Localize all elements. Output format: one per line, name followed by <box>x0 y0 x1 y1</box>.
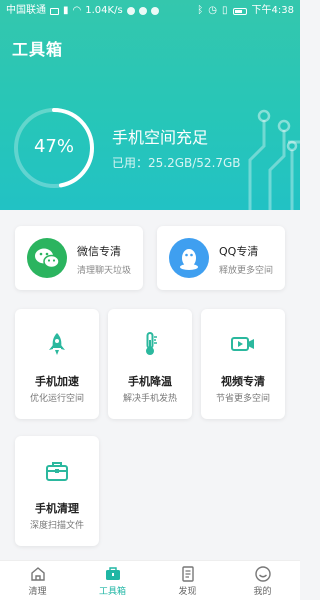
document-icon <box>181 566 194 582</box>
tool-card-clean[interactable]: 手机清理 深度扫描文件 <box>15 436 99 546</box>
tab-toolbox[interactable]: 工具箱 <box>75 561 150 600</box>
carrier-label: 中国联通 <box>6 5 46 16</box>
storage-usage: 已用：25.2GB/52.7GB <box>112 156 241 170</box>
storage-status: 手机空间充足 <box>112 128 209 147</box>
tool-card-qq[interactable]: QQ专清 释放更多空间 <box>157 226 285 290</box>
bluetooth-icon: ᛒ <box>197 5 204 16</box>
tool-title: 手机降温 <box>128 375 172 388</box>
thermometer-icon <box>146 332 157 355</box>
tool-title: 微信专清 <box>77 245 121 258</box>
tool-card-cooldown[interactable]: 手机降温 解决手机发热 <box>108 309 192 419</box>
qq-icon <box>169 238 209 278</box>
bottom-tab-bar: 清理 工具箱 发现 我的 <box>0 560 300 600</box>
signal-icon: ▮ <box>63 5 69 16</box>
tool-subtitle: 深度扫描文件 <box>29 521 84 531</box>
tool-subtitle: 解决手机发热 <box>122 394 177 404</box>
status-right: ᛒ ◷ ▯ 下午4:38 <box>197 0 294 22</box>
tool-title: QQ专清 <box>219 245 259 258</box>
tool-title: 手机清理 <box>35 502 79 515</box>
tab-label: 发现 <box>178 587 197 597</box>
tab-profile[interactable]: 我的 <box>225 561 300 600</box>
wechat-icon <box>27 238 67 278</box>
tool-title: 手机加速 <box>35 375 79 388</box>
tab-label: 工具箱 <box>98 587 126 597</box>
tool-subtitle: 清理聊天垃圾 <box>77 266 132 276</box>
profile-icon <box>254 566 271 582</box>
tool-subtitle: 释放更多空间 <box>219 266 274 276</box>
network-speed: 1.04K/s <box>85 5 123 16</box>
status-left: 中国联通 ▮ ◠ 1.04K/s <box>6 0 159 22</box>
toolbox-icon <box>105 567 120 580</box>
tab-label: 我的 <box>253 587 272 597</box>
rocket-icon <box>49 333 65 355</box>
tool-card-wechat[interactable]: 微信专清 清理聊天垃圾 <box>15 226 143 290</box>
battery-icon <box>232 7 247 15</box>
notification-icon <box>126 7 135 15</box>
chat-icon <box>138 7 147 15</box>
status-bar: 中国联通 ▮ ◠ 1.04K/s ᛒ ◷ ▯ 下午4:38 <box>0 0 300 22</box>
tool-card-accelerate[interactable]: 手机加速 优化运行空间 <box>15 309 99 419</box>
clock-time: 下午4:38 <box>251 5 294 16</box>
app-icon <box>150 7 159 15</box>
circuit-decoration <box>248 109 300 210</box>
video-icon <box>231 337 254 351</box>
storage-percent: 47% <box>33 136 74 157</box>
wifi-icon: ◠ <box>72 5 82 16</box>
tab-clean[interactable]: 清理 <box>0 561 75 600</box>
tab-label: 清理 <box>28 587 47 597</box>
tool-subtitle: 优化运行空间 <box>29 394 84 404</box>
hero-header: 中国联通 ▮ ◠ 1.04K/s ᛒ ◷ ▯ 下午4:38 工具箱 47% 手机… <box>0 0 300 210</box>
home-icon <box>30 567 45 581</box>
tool-title: 视频专清 <box>221 375 265 388</box>
tool-card-video[interactable]: 视频专清 节省更多空间 <box>201 309 285 419</box>
tab-discover[interactable]: 发现 <box>150 561 225 600</box>
toolbox-icon <box>46 462 68 481</box>
hd-icon <box>50 7 59 15</box>
alarm-icon: ◷ <box>208 5 218 16</box>
page-title: 工具箱 <box>12 40 64 59</box>
vibrate-icon: ▯ <box>222 5 228 16</box>
tool-subtitle: 节省更多空间 <box>215 394 270 404</box>
